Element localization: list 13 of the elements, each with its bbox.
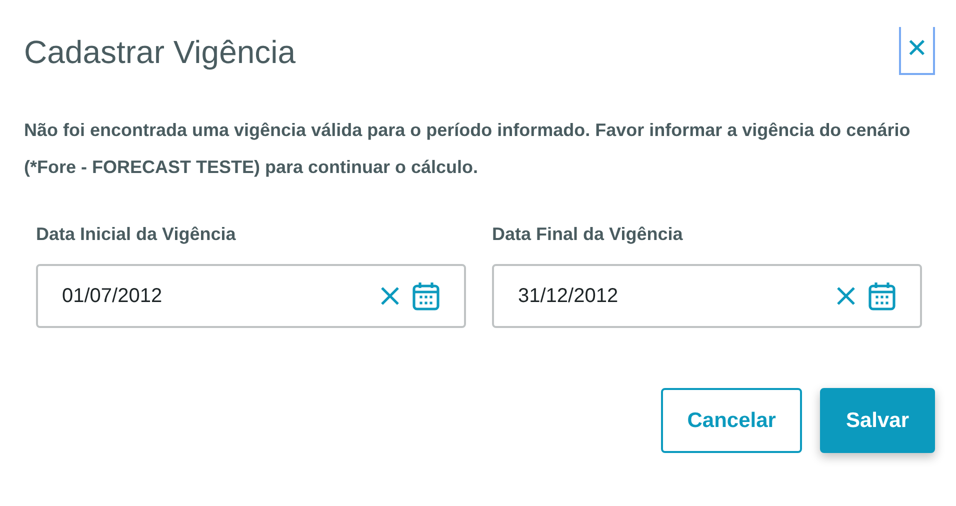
clear-icon[interactable] [836, 286, 856, 306]
clear-icon[interactable] [380, 286, 400, 306]
dialog-title: Cadastrar Vigência [24, 33, 296, 72]
date-field[interactable]: 31/12/2012 [492, 264, 922, 328]
field-label: Data Inicial da Vigência [36, 223, 237, 246]
calendar-icon[interactable] [868, 281, 896, 311]
date-field[interactable]: 01/07/2012 [36, 264, 466, 328]
field-label: Data Final da Vigência [492, 223, 684, 246]
calendar-icon[interactable] [412, 281, 440, 311]
close-button[interactable]: ✕ [899, 27, 935, 75]
save-button[interactable]: Salvar [820, 388, 935, 453]
cancel-button[interactable]: Cancelar [661, 388, 802, 453]
info-message: Não foi encontrada uma vigência válida para o período informado. Favor informar a vigência do cenário (*Fore - FORECAST TESTE) para continuar o cálculo. [24, 119, 912, 179]
